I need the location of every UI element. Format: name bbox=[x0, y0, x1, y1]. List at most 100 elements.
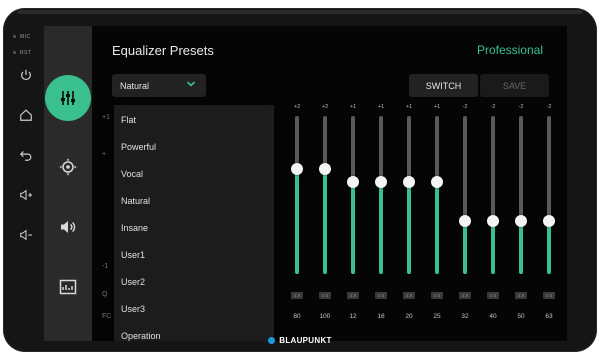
home-button[interactable] bbox=[15, 104, 37, 126]
band-q-value[interactable]: 2.0 bbox=[403, 292, 415, 299]
band-slider-fill bbox=[463, 221, 467, 274]
band-frequency-label: 100 bbox=[319, 313, 331, 320]
band-slider-fill bbox=[351, 181, 355, 274]
brand-name: BLAUPUNKT bbox=[279, 336, 332, 345]
band-q-value[interactable]: 2.0 bbox=[543, 292, 555, 299]
audio-sidebar bbox=[44, 26, 92, 341]
preset-select-value: Natural bbox=[120, 80, 150, 91]
sidebar-item-speaker[interactable] bbox=[44, 203, 92, 251]
dropdown-item-flat[interactable]: Flat bbox=[121, 115, 136, 125]
dropdown-item-vocal[interactable]: Vocal bbox=[121, 169, 143, 179]
band-gain-label: +1 bbox=[377, 104, 385, 110]
band-slider-fill bbox=[407, 181, 411, 274]
band-slider-knob[interactable] bbox=[543, 215, 555, 228]
band-gain-label: +1 bbox=[405, 104, 413, 110]
dropdown-item-natural[interactable]: Natural bbox=[121, 196, 150, 206]
scale-label-top: +1 bbox=[102, 114, 110, 121]
mode-toggle-professional[interactable]: Professional bbox=[477, 43, 543, 57]
band-slider-knob[interactable] bbox=[431, 175, 443, 188]
power-icon bbox=[21, 69, 31, 81]
band-slider-knob[interactable] bbox=[375, 175, 387, 188]
eq-band-32: -2 2.0 32 bbox=[455, 104, 475, 341]
volume-up-button[interactable] bbox=[15, 184, 37, 206]
sidebar-item-balance[interactable] bbox=[44, 143, 92, 191]
band-q-value[interactable]: 2.0 bbox=[291, 292, 303, 299]
band-frequency-label: 32 bbox=[461, 313, 469, 320]
eq-band-63: -2 2.0 63 bbox=[539, 104, 559, 341]
dropdown-item-user1[interactable]: User1 bbox=[121, 250, 145, 260]
balance-fader-icon bbox=[59, 158, 77, 176]
band-frequency-label: 12 bbox=[349, 313, 357, 320]
band-frequency-label: 25 bbox=[433, 313, 441, 320]
reset-hole[interactable] bbox=[13, 51, 16, 54]
band-slider-knob[interactable] bbox=[487, 215, 499, 228]
back-button[interactable] bbox=[15, 144, 37, 166]
band-gain-label: +1 bbox=[349, 104, 357, 110]
band-slider-fill bbox=[435, 181, 439, 274]
band-q-value[interactable]: 2.0 bbox=[319, 292, 331, 299]
eq-band-40: -2 2.0 40 bbox=[483, 104, 503, 341]
band-slider-fill bbox=[547, 221, 551, 274]
brand-logo: BLAUPUNKT bbox=[0, 336, 600, 345]
band-frequency-label: 20 bbox=[405, 313, 413, 320]
preset-select[interactable]: Natural bbox=[112, 74, 206, 97]
band-gain-label: -2 bbox=[518, 104, 524, 110]
band-slider-knob[interactable] bbox=[459, 215, 471, 228]
brand-dot-icon bbox=[268, 337, 276, 344]
eq-band-12: +1 2.0 12 bbox=[343, 104, 363, 341]
scale-label-mid: + bbox=[102, 151, 107, 158]
mic-label: MIC bbox=[20, 34, 31, 40]
band-slider-knob[interactable] bbox=[291, 162, 303, 175]
reset-label: RST bbox=[20, 50, 32, 56]
sidebar-item-subwoofer[interactable] bbox=[44, 263, 92, 311]
save-button[interactable]: SAVE bbox=[480, 74, 549, 97]
eq-band-20: +1 2.0 20 bbox=[399, 104, 419, 341]
dropdown-item-powerful[interactable]: Powerful bbox=[121, 142, 156, 152]
volume-up-icon bbox=[20, 189, 33, 201]
band-q-value[interactable]: 2.0 bbox=[487, 292, 499, 299]
band-frequency-label: 63 bbox=[545, 313, 553, 320]
dropdown-item-insane[interactable]: Insane bbox=[121, 223, 148, 233]
band-slider-knob[interactable] bbox=[319, 162, 331, 175]
mic-hole bbox=[13, 35, 16, 38]
eq-band-50: -2 2.0 50 bbox=[511, 104, 531, 341]
volume-down-button[interactable] bbox=[15, 224, 37, 246]
band-slider-knob[interactable] bbox=[403, 175, 415, 188]
speaker-icon bbox=[61, 221, 76, 233]
band-q-value[interactable]: 2.0 bbox=[459, 292, 471, 299]
band-frequency-label: 16 bbox=[377, 313, 385, 320]
band-q-value[interactable]: 2.0 bbox=[515, 292, 527, 299]
scale-label-bottom: -1 bbox=[102, 263, 109, 270]
band-slider-fill bbox=[519, 221, 523, 274]
eq-band-100: +2 2.0 100 bbox=[315, 104, 335, 341]
band-slider-knob[interactable] bbox=[515, 215, 527, 228]
power-button[interactable] bbox=[15, 64, 37, 86]
band-frequency-label: 40 bbox=[489, 313, 497, 320]
chevron-down-icon bbox=[186, 81, 196, 87]
head-unit-bezel: MIC RST Equalizer Presets Professional N… bbox=[3, 8, 597, 352]
band-frequency-label: 50 bbox=[517, 313, 525, 320]
equalizer-icon bbox=[61, 91, 75, 105]
home-icon bbox=[20, 109, 32, 121]
band-q-value[interactable]: 2.0 bbox=[347, 292, 359, 299]
page-title: Equalizer Presets bbox=[112, 43, 214, 58]
eq-band-16: +1 2.0 16 bbox=[371, 104, 391, 341]
row-label-fc: FC bbox=[102, 313, 112, 320]
dropdown-item-user2[interactable]: User2 bbox=[121, 277, 145, 287]
band-slider-fill bbox=[379, 181, 383, 274]
band-slider-knob[interactable] bbox=[347, 175, 359, 188]
back-icon bbox=[19, 151, 32, 161]
eq-band-25: +1 2.0 25 bbox=[427, 104, 447, 341]
band-gain-label: -2 bbox=[462, 104, 468, 110]
dropdown-item-user3[interactable]: User3 bbox=[121, 304, 145, 314]
band-q-value[interactable]: 2.0 bbox=[431, 292, 443, 299]
band-frequency-label: 80 bbox=[293, 313, 301, 320]
switch-button[interactable]: SWITCH bbox=[409, 74, 478, 97]
eq-band-80: +2 2.0 80 bbox=[287, 104, 307, 341]
band-slider-fill bbox=[491, 221, 495, 274]
band-gain-label: -2 bbox=[546, 104, 552, 110]
band-q-value[interactable]: 2.0 bbox=[375, 292, 387, 299]
band-gain-label: +1 bbox=[433, 104, 441, 110]
sidebar-item-equalizer[interactable] bbox=[44, 74, 92, 122]
bezel-edge bbox=[17, 10, 583, 14]
